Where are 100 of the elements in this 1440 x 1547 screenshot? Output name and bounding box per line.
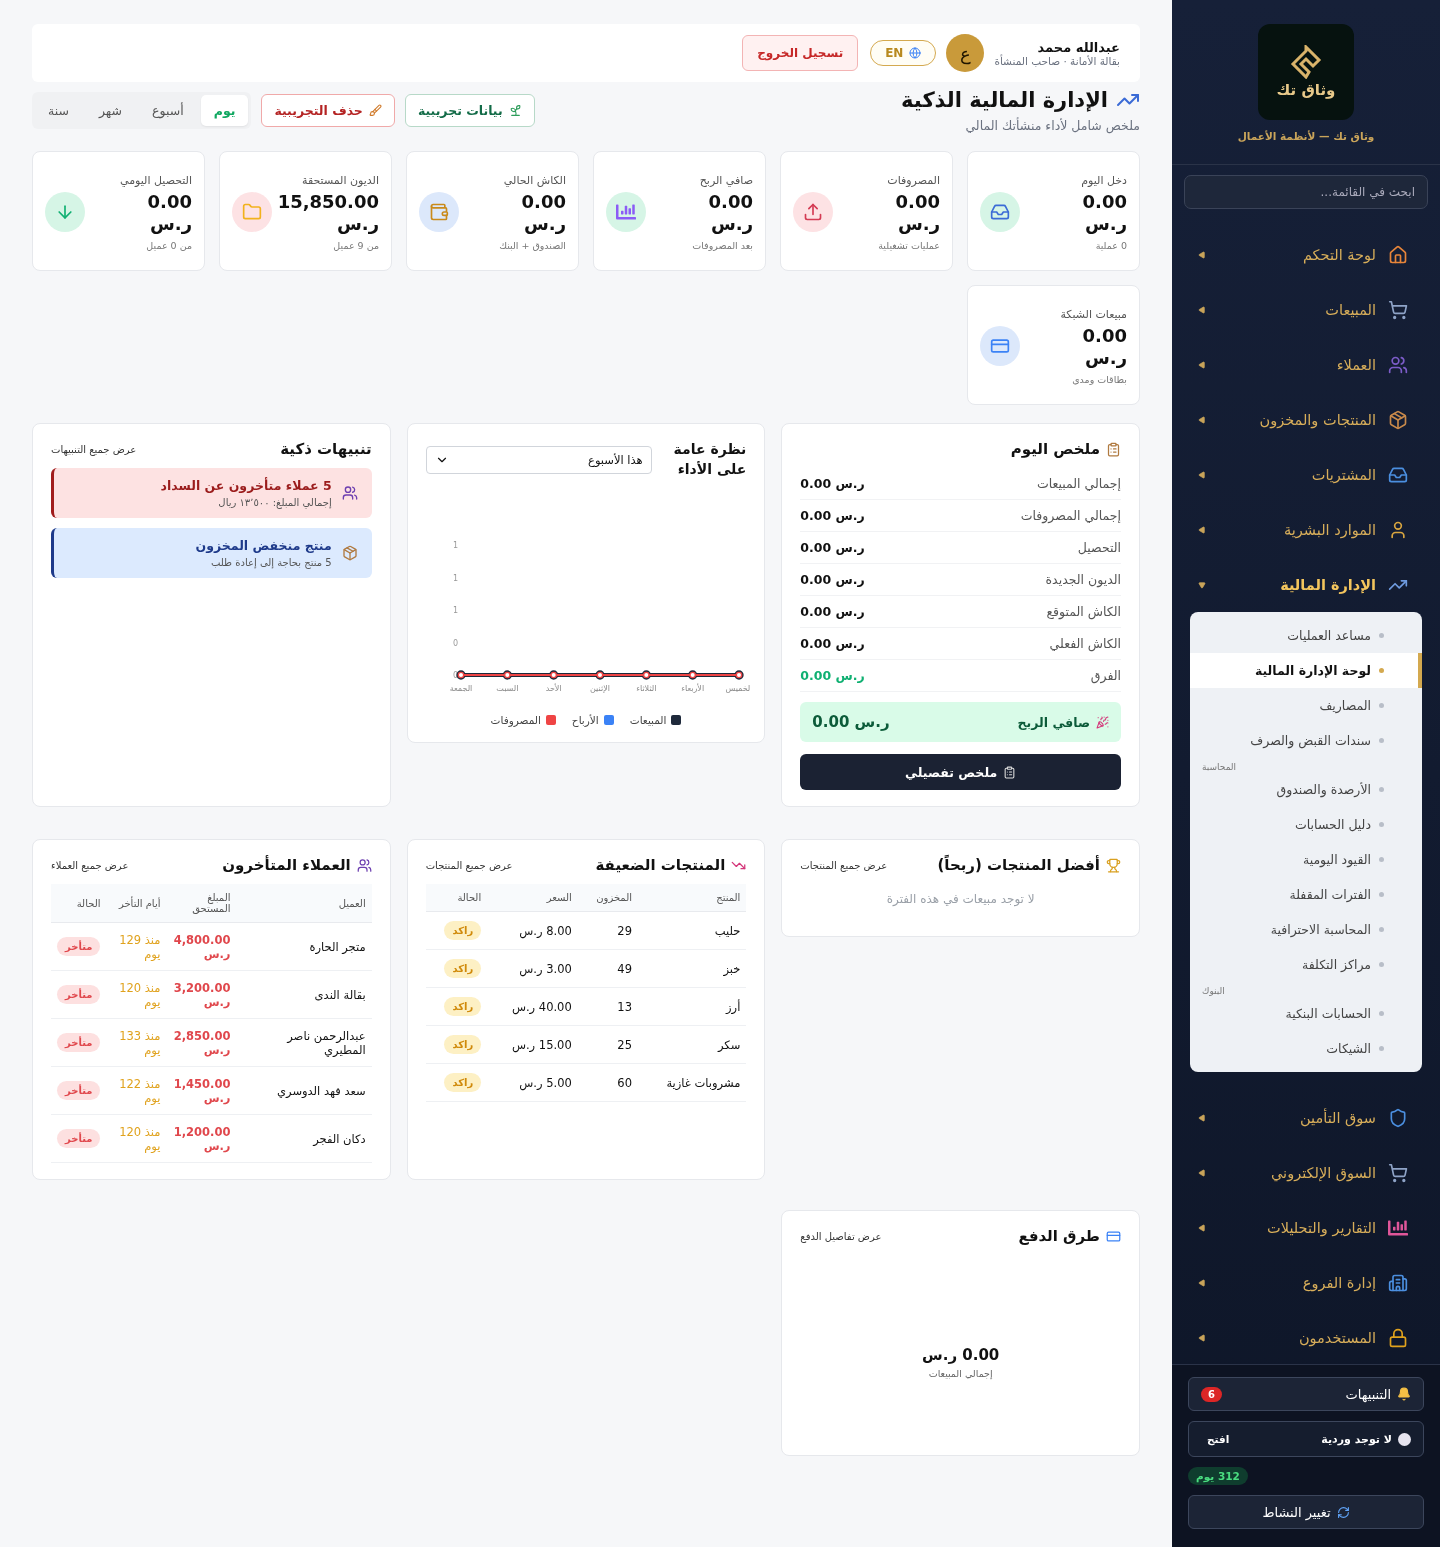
table-cell: 4,800.00 ر.س xyxy=(166,922,237,971)
stat-note: بعد المصروفات xyxy=(692,239,753,251)
table-cell: منذ 120 يوم xyxy=(106,970,167,1019)
stat-value: 15,850.00 ر.س xyxy=(277,190,379,236)
column-header: المنتج xyxy=(638,884,747,912)
card-title: أفضل المنتجات (ربحاً) xyxy=(937,856,1100,874)
legend-label: المبيعات xyxy=(629,714,667,727)
stat-note: من 0 عميل xyxy=(146,239,192,251)
stat-value: 0.00 ر.س xyxy=(521,190,566,236)
stat-note: من 9 عميل xyxy=(333,239,379,251)
column-header: الحالة xyxy=(425,884,488,912)
table-cell: 5.00 ر.س xyxy=(487,1063,578,1102)
status-badge: متأخر xyxy=(57,937,101,956)
column-header: المبلغ المستحق xyxy=(166,884,237,923)
alert-text: إجمالي المبلغ: ١٣٬٥٠٠ ريال xyxy=(217,497,332,508)
profit-label: صافي الربح xyxy=(1017,714,1090,730)
stat-value: 0.00 ر.س xyxy=(1082,324,1127,370)
status-badge: راكد xyxy=(444,1035,482,1054)
table-cell: 29 xyxy=(577,911,638,950)
card-title: تنبيهات ذكية xyxy=(280,440,372,458)
days-badge: 312 يوم xyxy=(1188,1467,1248,1485)
stat-label: الكاش الحالي xyxy=(503,173,566,187)
x-tick-label: الجمعة xyxy=(449,684,473,694)
x-tick-label: الإثنين xyxy=(590,684,610,694)
summary-label: إجمالي المبيعات xyxy=(1036,476,1121,491)
total-value: 0.00 ر.س xyxy=(922,1345,1000,1364)
column-header: أيام التأخر xyxy=(106,884,167,923)
table-cell: 3.00 ر.س xyxy=(487,949,578,988)
avatar: ع xyxy=(946,34,985,72)
alert-text: 5 منتج بحاجة إلى إعادة طلب xyxy=(210,557,332,568)
table-cell: سكر xyxy=(638,1025,747,1064)
y-tick-label: 1 xyxy=(453,541,459,551)
stat-note: 0 عملية xyxy=(1095,239,1127,251)
status-badge: راكد xyxy=(444,1073,482,1092)
alert-title: 5 عملاء متأخرون عن السداد xyxy=(160,478,332,493)
table-cell: 40.00 ر.س xyxy=(487,987,578,1026)
y-tick-label: 1 xyxy=(453,606,459,616)
status-badge: راكد xyxy=(444,921,482,940)
table-cell: 2,850.00 ر.س xyxy=(166,1018,237,1067)
x-tick-label: الثلاثاء xyxy=(636,684,657,694)
legend-label: الأرباح xyxy=(571,714,599,727)
summary-label: الديون الجديدة xyxy=(1045,572,1121,587)
x-tick-label: السبت xyxy=(496,684,519,694)
status-badge: متأخر xyxy=(57,1081,101,1100)
summary-label: إجمالي المصروفات xyxy=(1020,508,1121,523)
stat-note: عمليات تشغيلية xyxy=(878,239,940,251)
stat-value: 0.00 ر.س xyxy=(895,190,940,236)
table-cell: 8.00 ر.س xyxy=(487,911,578,950)
stat-label: الديون المستحقة xyxy=(302,173,379,187)
column-header: السعر xyxy=(487,884,578,912)
summary-value: 0.00 ر.س xyxy=(800,668,865,683)
shift-status: لا توجد وردية xyxy=(1320,1432,1392,1446)
user-role: بقالة الأمانة · صاحب المنشأة xyxy=(994,54,1120,67)
stat-label: المصروفات xyxy=(887,173,940,187)
summary-label: التحصيل xyxy=(1077,540,1121,555)
page-title: الإدارة المالية الذكية xyxy=(901,88,1108,112)
y-tick-label: 0 xyxy=(453,638,459,648)
summary-value: 0.00 ر.س xyxy=(800,636,865,651)
table-cell: أرز xyxy=(638,987,747,1026)
alert-title: منتج منخفض المخزون xyxy=(195,538,332,553)
x-tick-label: الخميس xyxy=(725,684,751,694)
table-cell: خبز xyxy=(638,949,747,988)
submenu-section-label: البنوك xyxy=(1201,985,1226,996)
profit-value: 0.00 ر.س xyxy=(812,713,890,731)
table-cell: منذ 122 يوم xyxy=(106,1066,167,1115)
table-cell: 1,450.00 ر.س xyxy=(166,1066,237,1115)
stat-label: دخل اليوم xyxy=(1081,173,1127,187)
empty-message: لا توجد مبيعات في هذه الفترة xyxy=(885,892,1036,906)
summary-label: الكاش الفعلي xyxy=(1049,636,1121,651)
stat-note: الصندوق + البنك xyxy=(499,239,566,251)
table-cell: منذ 133 يوم xyxy=(106,1018,167,1067)
page-subtitle: ملخص شامل لأداء منشأتك المالي xyxy=(964,118,1140,133)
table-cell: 60 xyxy=(577,1063,638,1102)
tagline: وثاق تك — لأنظمة الأعمال xyxy=(1237,130,1375,142)
summary-label: الفرق xyxy=(1090,668,1121,683)
card-title: طرق الدفع xyxy=(1018,1227,1100,1245)
table-cell: 3,200.00 ر.س xyxy=(166,970,237,1019)
logo-text: وثاق تك xyxy=(1276,81,1336,99)
summary-value: 0.00 ر.س xyxy=(800,604,865,619)
stat-value: 0.00 ر.س xyxy=(147,190,192,236)
summary-label: الكاش المتوقع xyxy=(1046,604,1121,619)
table-cell: سعد فهد الدوسري xyxy=(236,1066,372,1115)
column-header: المخزون xyxy=(577,884,638,912)
table-cell: بقالة الندى xyxy=(236,970,372,1019)
summary-value: 0.00 ر.س xyxy=(800,540,865,555)
total-label: إجمالي المبيعات xyxy=(928,1367,993,1379)
table-cell: 49 xyxy=(577,949,638,988)
status-badge: متأخر xyxy=(57,985,101,1004)
table-cell: دكان الفجر xyxy=(236,1114,372,1163)
user-name: عبدالله محمد xyxy=(1037,39,1120,55)
table-cell: 1,200.00 ر.س xyxy=(166,1114,237,1163)
table-cell: منذ 129 يوم xyxy=(106,922,167,971)
table-cell: عبدالرحمن ناصر المطيري xyxy=(236,1018,372,1067)
stat-value: 0.00 ر.س xyxy=(708,190,753,236)
card-title: العملاء المتأخرون xyxy=(222,856,351,874)
card-title: ملخص اليوم xyxy=(1010,440,1100,458)
summary-value: 0.00 ر.س xyxy=(800,508,865,523)
table-cell: 13 xyxy=(577,987,638,1026)
status-badge: متأخر xyxy=(57,1033,101,1052)
stat-label: مبيعات الشبكة xyxy=(1060,307,1127,321)
